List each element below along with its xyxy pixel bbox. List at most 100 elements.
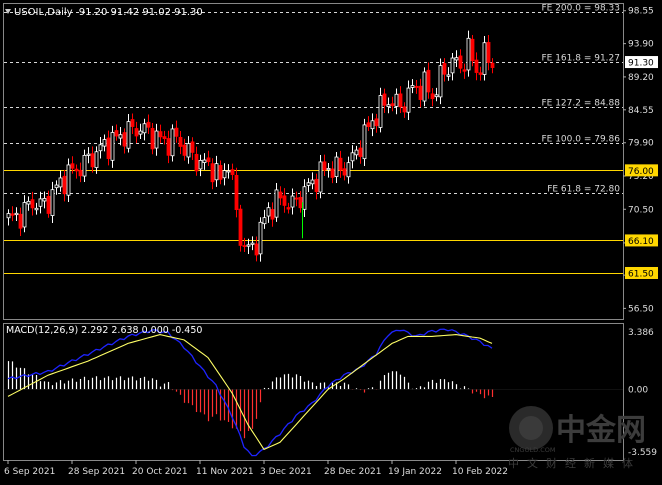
candle-body — [66, 164, 71, 196]
fib-level-label: FE 61.8 = 72.80 — [547, 185, 620, 195]
price-axis-label: 98.55 — [628, 7, 654, 17]
watermark-url: CNGOLD.COM — [510, 446, 556, 454]
candle-body — [258, 221, 263, 255]
candle-body — [166, 138, 171, 156]
candle-body — [386, 104, 391, 108]
candle-body — [22, 202, 27, 228]
candle-body — [302, 186, 307, 210]
candle-body — [150, 128, 155, 150]
candle-body — [390, 103, 395, 107]
candle-body — [42, 198, 47, 202]
candle-body — [482, 42, 487, 75]
candle-body — [230, 169, 235, 175]
candle-body — [438, 65, 443, 98]
candle-body — [234, 174, 239, 210]
candle-body — [138, 130, 143, 135]
candle-body — [158, 131, 163, 138]
candle-body — [118, 134, 123, 139]
level-price-badge-label: 76.00 — [628, 167, 654, 177]
candle-body — [466, 37, 471, 71]
candle-body — [38, 198, 43, 207]
candle-body — [26, 200, 31, 205]
candle-body — [346, 162, 351, 178]
candle-body — [46, 195, 51, 214]
candle-body — [94, 151, 99, 168]
candle-body — [294, 197, 299, 200]
watermark-logo-inner — [519, 416, 543, 440]
candle-body — [254, 243, 259, 256]
macd-pane-title: MACD(12,26,9) 2.292 2.638 0.000 -0.450 — [6, 325, 202, 336]
candle-body — [410, 85, 415, 88]
candle-body — [354, 149, 359, 156]
price-axis-label: 70.50 — [628, 205, 654, 215]
candle-body — [398, 93, 403, 108]
candle-body — [274, 189, 279, 218]
time-axis-label: 10 Feb 2022 — [452, 467, 508, 477]
candle-body — [34, 207, 39, 211]
last-price-label: 91.30 — [628, 59, 654, 69]
candle-body — [194, 153, 199, 172]
candle-body — [350, 152, 355, 162]
candle-body — [206, 157, 211, 163]
candle-body — [70, 163, 75, 169]
candle-body — [58, 177, 63, 188]
candle-body — [478, 72, 483, 75]
time-axis-label: 28 Sep 2021 — [68, 467, 125, 477]
price-axis-label: 89.20 — [628, 73, 654, 83]
candle-body — [50, 189, 55, 216]
candle-body — [266, 207, 271, 217]
candle-body — [250, 242, 255, 245]
candle-body — [222, 170, 227, 179]
candle-body — [362, 124, 367, 160]
candle-body — [310, 179, 315, 185]
candle-body — [162, 136, 167, 140]
candle-body — [446, 74, 451, 77]
candle-body — [238, 208, 243, 246]
candle-body — [454, 57, 459, 61]
candle-body — [106, 137, 111, 159]
candle-body — [198, 160, 203, 170]
candle-body — [114, 130, 119, 137]
candle-body — [382, 93, 387, 106]
price-axis-label: 93.90 — [628, 40, 654, 50]
candle-body — [90, 153, 95, 168]
candle-body — [146, 121, 151, 128]
time-axis-label: 28 Dec 2021 — [324, 467, 382, 477]
level-price-badge-label: 66.10 — [628, 237, 654, 247]
chart-window: 中金网 中文财经新媒体 CNGOLD.COM FE 200.0 = 98.33 FE … — [0, 0, 662, 481]
candle-body — [486, 41, 491, 63]
candle-body — [246, 244, 251, 247]
candle-body — [298, 196, 303, 209]
candle-body — [322, 161, 327, 171]
candle-body — [394, 93, 399, 107]
candle-body — [126, 121, 131, 149]
candle-body — [14, 212, 19, 216]
candle-body — [54, 184, 59, 189]
candle-body — [202, 159, 207, 163]
time-axis-label: 6 Sep 2021 — [4, 467, 55, 477]
candle-body — [426, 69, 431, 93]
candle-body — [186, 143, 191, 158]
candle-body — [374, 118, 379, 127]
candle-body — [458, 55, 463, 69]
candle-body — [474, 59, 479, 73]
candle-body — [190, 141, 195, 153]
candle-body — [326, 168, 331, 171]
candle-body — [134, 128, 139, 137]
price-pane-title: USOIL,Daily 91.20 91.42 91.02 91.30 — [14, 7, 203, 18]
candle-body — [226, 170, 231, 173]
candle-body — [422, 71, 427, 102]
candle-body — [262, 217, 267, 225]
candle-body — [178, 136, 183, 147]
chart-canvas: 中金网中文财经新媒体 CNGOLD.COM FE 200.0 = 98.33 FE … — [0, 0, 662, 481]
fib-level-label: FE 161.8 = 91.27 — [541, 54, 620, 64]
candle-body — [130, 119, 135, 127]
level-price-badge-label: 61.50 — [628, 269, 654, 279]
candle-body — [154, 130, 159, 149]
candle-body — [142, 123, 147, 134]
candle-body — [242, 245, 247, 247]
candle-body — [330, 168, 335, 178]
candle-body — [378, 95, 383, 128]
macd-axis-label: -3.559 — [628, 448, 657, 458]
candle-body — [214, 163, 219, 181]
